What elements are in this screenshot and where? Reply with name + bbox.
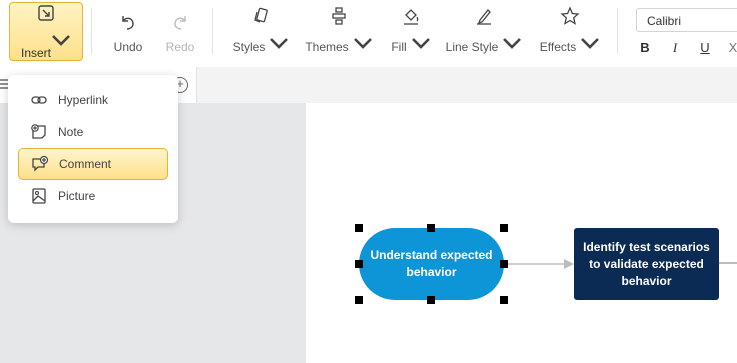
resize-handle[interactable]: [500, 260, 508, 268]
redo-button[interactable]: Redo: [160, 0, 200, 66]
undo-button[interactable]: Undo: [108, 0, 148, 66]
menu-item-hyperlink[interactable]: Hyperlink: [18, 84, 168, 116]
node-identify-test-scenarios[interactable]: Identify test scenarios to validate expe…: [574, 228, 719, 300]
menu-item-label: Comment: [59, 157, 112, 171]
insert-button[interactable]: Insert: [9, 2, 83, 61]
redo-label: Redo: [165, 39, 195, 54]
fill-icon: [404, 9, 419, 25]
toolbar-divider: [617, 8, 618, 54]
resize-handle[interactable]: [500, 296, 508, 304]
themes-button[interactable]: Themes: [305, 0, 373, 66]
effects-button[interactable]: Effects: [539, 0, 601, 66]
resize-handle[interactable]: [427, 296, 435, 304]
resize-handle[interactable]: [427, 224, 435, 232]
toolbar-divider: [91, 8, 92, 54]
themes-label: Themes: [305, 39, 349, 54]
note-icon: [31, 124, 46, 139]
comment-icon: [32, 155, 49, 172]
styles-icon: [254, 7, 268, 23]
chevron-down-icon: [503, 38, 522, 49]
menu-item-comment[interactable]: Comment: [18, 148, 168, 180]
underline-button[interactable]: U: [697, 40, 713, 55]
resize-handle[interactable]: [355, 260, 363, 268]
fill-label: Fill: [391, 39, 407, 54]
insert-dropdown-menu: Hyperlink Note Comment Picture: [8, 75, 178, 223]
menu-item-note[interactable]: Note: [18, 116, 168, 148]
menu-item-label: Picture: [58, 189, 96, 203]
connector-arrow[interactable]: [504, 258, 584, 270]
redo-icon: [174, 15, 186, 30]
fill-button[interactable]: Fill: [389, 0, 433, 66]
strikethrough-button[interactable]: X: [725, 40, 737, 55]
node-understand-expected-behavior[interactable]: Understand expected behavior: [359, 228, 504, 300]
toolbar-divider: [212, 8, 213, 54]
chevron-down-icon: [270, 38, 289, 49]
resize-handle[interactable]: [355, 296, 363, 304]
menu-item-label: Hyperlink: [58, 93, 109, 107]
themes-icon: [332, 7, 346, 25]
insert-icon: [38, 5, 54, 21]
resize-handle[interactable]: [355, 224, 363, 232]
effects-label: Effects: [539, 39, 577, 54]
chevron-down-icon: [353, 38, 372, 49]
toolbar: Insert Undo Redo Styles Themes Fill Line…: [0, 0, 737, 68]
line-style-label: Line Style: [445, 39, 499, 54]
insert-label: Insert: [20, 46, 51, 60]
resize-handle[interactable]: [500, 224, 508, 232]
link-icon: [31, 96, 47, 104]
picture-icon: [32, 188, 46, 204]
chevron-down-icon: [411, 38, 430, 49]
star-icon: [560, 6, 580, 25]
undo-icon: [122, 15, 134, 30]
bold-button[interactable]: B: [637, 40, 653, 55]
chevron-down-icon: [581, 38, 600, 49]
chevron-down-icon: [52, 35, 70, 46]
styles-label: Styles: [232, 39, 266, 54]
menu-icon[interactable]: [0, 78, 8, 90]
menu-item-picture[interactable]: Picture: [18, 180, 168, 212]
italic-button[interactable]: I: [667, 40, 683, 56]
menu-item-label: Note: [58, 125, 84, 139]
pen-icon: [477, 9, 491, 25]
styles-button[interactable]: Styles: [232, 0, 290, 66]
font-family-select[interactable]: Calibri: [636, 8, 737, 32]
connector-line: [719, 262, 737, 264]
undo-label: Undo: [113, 39, 143, 54]
line-style-button[interactable]: Line Style: [445, 0, 522, 66]
